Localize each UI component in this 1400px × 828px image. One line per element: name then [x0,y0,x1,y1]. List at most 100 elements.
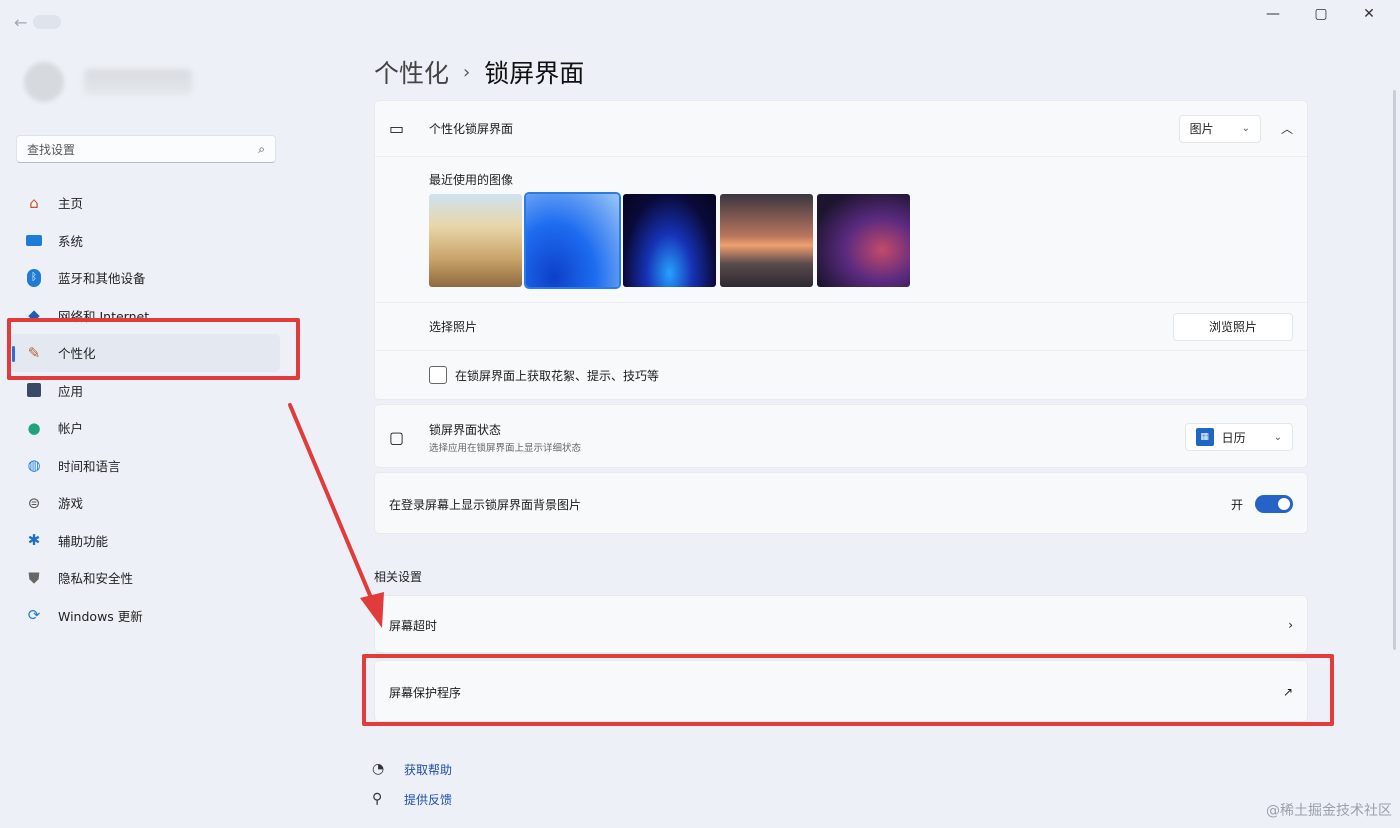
person-icon: ● [27,418,41,437]
user-name-blurred [84,69,192,95]
lock-status-card: ▢ 锁屏界面状态 选择应用在锁屏界面上显示详细状态 ▦ 日历 ⌄ [374,404,1308,468]
login-background-toggle-wrap: 开 [1231,495,1293,513]
sidebar-item-bluetooth[interactable]: ᛒ 蓝牙和其他设备 [10,259,280,297]
choose-photo-label: 选择照片 [429,320,478,334]
lock-status-dropdown[interactable]: ▦ 日历 ⌄ [1184,423,1293,451]
chevron-down-icon: ⌄ [1241,123,1250,134]
sidebar-item-label: 应用 [58,383,84,399]
bluetooth-icon: ᛒ [24,268,44,288]
sidebar-nav: ⌂ 主页 系统 ᛒ 蓝牙和其他设备 ◆ 网络和 Internet ✎ 个性化 应… [10,184,280,634]
feedback-label: 提供反馈 [404,792,453,807]
lock-screen-label: 个性化锁屏界面 [429,122,514,136]
sidebar-item-label: 系统 [58,233,84,249]
home-icon: ⌂ [29,193,39,212]
screen-timeout-label: 屏幕超时 [389,618,438,633]
sidebar-item-label: 帐户 [58,421,84,437]
recent-images-label: 最近使用的图像 [429,173,514,187]
login-background-card: 在登录屏幕上显示锁屏界面背景图片 开 [374,472,1308,534]
browse-photos-button[interactable]: 浏览照片 [1173,312,1293,341]
sidebar-item-label: 游戏 [58,496,84,512]
page-title: 锁屏界面 [484,59,585,88]
feedback-icon: ⚲ [372,791,383,807]
tips-checkbox[interactable] [429,366,447,384]
lock-status-text: 锁屏界面状态 选择应用在锁屏界面上显示详细状态 [429,421,1185,454]
window-controls: — ▢ ✕ [1262,6,1380,22]
sidebar-item-windows-update[interactable]: ⟳ Windows 更新 [10,597,280,635]
lock-screen-type-dropdown[interactable]: 图片 ⌄ [1178,114,1261,143]
lock-screen-icon: ▭ [389,119,405,138]
get-help-label: 获取帮助 [404,762,453,777]
search-icon: ⌕ [258,141,265,156]
lock-screen-header[interactable]: ▭ 个性化锁屏界面 图片 ⌄ ︿ [375,101,1307,157]
avatar [24,62,64,102]
globe-icon: ◍ [27,456,41,475]
sidebar-item-system[interactable]: 系统 [10,222,280,260]
sidebar-item-accounts[interactable]: ● 帐户 [10,409,280,447]
settings-window: ← — ▢ ✕ 查找设置 ⌕ ⌂ 主页 系统 ᛒ 蓝牙和其他设备 ◆ 网络和 I… [0,0,1400,828]
help-links: ◔ 获取帮助 ⚲ 提供反馈 [372,754,452,814]
close-icon[interactable]: ✕ [1358,6,1380,22]
related-settings-title: 相关设置 [374,570,423,584]
apps-icon [24,380,44,400]
login-background-label: 在登录屏幕上显示锁屏界面背景图片 [389,497,582,512]
sidebar-item-gaming[interactable]: ⊜ 游戏 [10,484,280,522]
sidebar-item-label: 时间和语言 [58,458,121,474]
sidebar-item-home[interactable]: ⌂ 主页 [10,184,280,222]
watermark: @稀土掘金技术社区 [1266,803,1392,819]
chevron-right-icon: › [1288,618,1293,632]
recent-image-thumbnail[interactable] [623,194,716,287]
help-chat-icon: ◔ [372,761,385,777]
back-arrow-icon: ← [14,12,28,32]
annotation-box-personalization [7,318,300,380]
get-help-link[interactable]: ◔ 获取帮助 [372,754,452,784]
sidebar-item-label: 蓝牙和其他设备 [58,271,146,287]
tips-label: 在锁屏界面上获取花絮、提示、技巧等 [455,368,660,383]
screen-timeout-card[interactable]: 屏幕超时 › [374,595,1308,653]
sidebar-item-accessibility[interactable]: ✱ 辅助功能 [10,522,280,560]
sidebar-item-privacy[interactable]: ⛊ 隐私和安全性 [10,559,280,597]
chevron-up-icon[interactable]: ︿ [1281,120,1293,137]
recent-images-section: 最近使用的图像 [375,157,1307,303]
lock-screen-card: ▭ 个性化锁屏界面 图片 ⌄ ︿ 最近使用的图像 选择照片 浏览照片 在锁屏界面… [374,100,1308,400]
lock-status-subtitle: 选择应用在锁屏界面上显示详细状态 [429,442,582,454]
tips-row: 在锁屏界面上获取花絮、提示、技巧等 [375,351,1307,399]
recent-image-thumbnail[interactable] [817,194,910,287]
breadcrumb: 个性化 › 锁屏界面 [374,54,584,90]
calendar-icon: ▦ [1195,428,1214,446]
status-icon: ▢ [389,427,405,447]
update-icon: ⟳ [27,606,41,625]
dropdown-value: 日历 [1221,430,1246,445]
user-profile[interactable] [24,62,192,102]
accessibility-icon: ✱ [27,531,41,550]
maximize-icon[interactable]: ▢ [1310,6,1332,22]
dropdown-value: 图片 [1189,122,1214,136]
annotation-box-screensaver [362,654,1334,726]
sidebar-item-time-language[interactable]: ◍ 时间和语言 [10,447,280,485]
lock-status-title: 锁屏界面状态 [429,422,502,437]
choose-photo-row: 选择照片 浏览照片 [375,303,1307,351]
search-placeholder: 查找设置 [27,142,76,157]
screen-timeout-row[interactable]: 屏幕超时 › [375,596,1307,654]
breadcrumb-parent[interactable]: 个性化 [374,54,449,90]
feedback-link[interactable]: ⚲ 提供反馈 [372,784,452,814]
search-input[interactable]: 查找设置 ⌕ [16,135,276,163]
login-background-toggle[interactable] [1255,495,1293,513]
toggle-state-label: 开 [1230,497,1243,512]
recent-image-thumbnail[interactable] [720,194,813,287]
chevron-down-icon: ⌄ [1273,431,1282,443]
sidebar-item-label: 隐私和安全性 [58,571,134,587]
login-background-row: 在登录屏幕上显示锁屏界面背景图片 开 [375,473,1307,535]
minimize-icon[interactable]: — [1262,6,1284,22]
recent-image-thumbnail[interactable] [524,192,621,289]
shield-icon: ⛊ [28,568,40,587]
title-placeholder [33,15,62,29]
gamepad-icon: ⊜ [27,493,41,512]
sidebar-item-label: 主页 [58,196,84,212]
lock-status-row: ▢ 锁屏界面状态 选择应用在锁屏界面上显示详细状态 ▦ 日历 ⌄ [375,405,1307,469]
monitor-icon [24,230,44,250]
scrollbar[interactable] [1393,90,1396,650]
recent-images-list [429,192,1307,289]
sidebar-item-label: 辅助功能 [58,533,109,549]
back-button[interactable]: ← [14,10,74,34]
recent-image-thumbnail[interactable] [429,194,522,287]
